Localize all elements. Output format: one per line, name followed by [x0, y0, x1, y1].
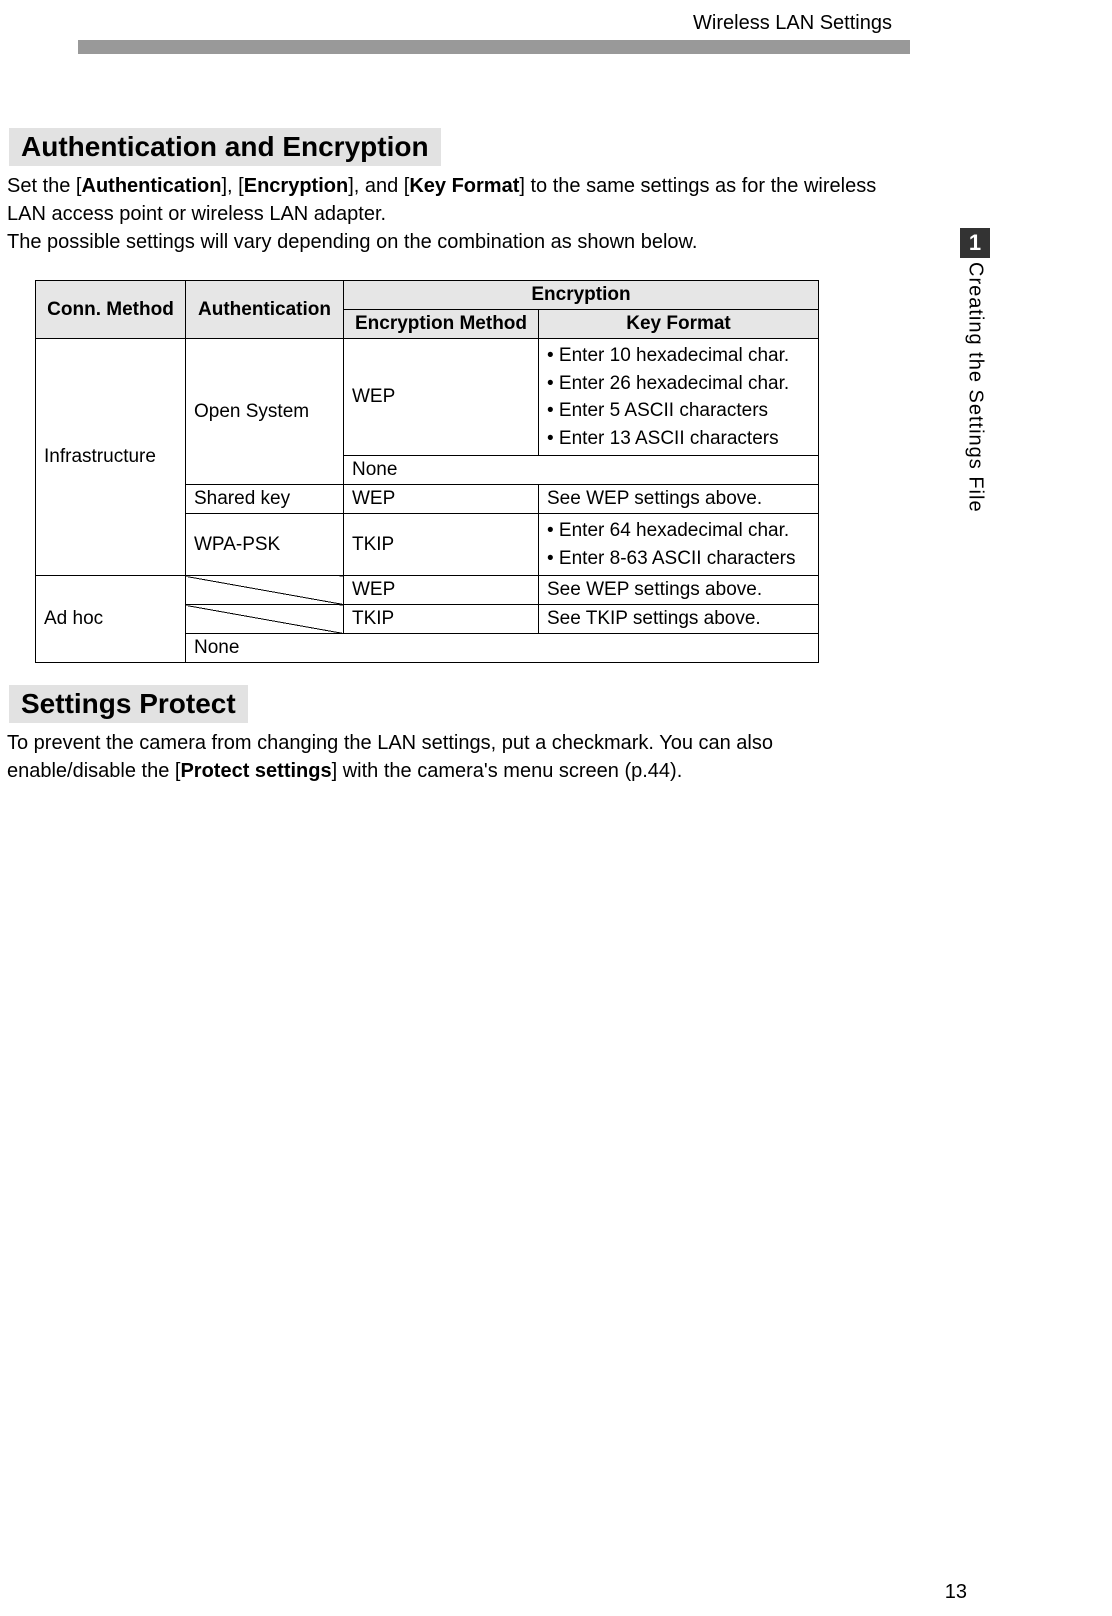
- cell-infrastructure: Infrastructure: [36, 339, 186, 576]
- section-heading-auth-encrypt: Authentication and Encryption: [9, 128, 441, 166]
- cell-shared-key: Shared key: [186, 485, 344, 514]
- table-row: Ad hoc WEP See WEP settings above.: [36, 576, 819, 605]
- cell-wep-keys: • Enter 10 hexadecimal char. • Enter 26 …: [539, 339, 819, 456]
- page-header-title: Wireless LAN Settings: [693, 12, 892, 35]
- cell-wep3: WEP: [344, 576, 539, 605]
- cell-adhoc: Ad hoc: [36, 576, 186, 663]
- cell-empty-diagonal: [186, 605, 344, 634]
- th-key-format: Key Format: [539, 310, 819, 339]
- cell-see-wep2: See WEP settings above.: [539, 576, 819, 605]
- th-authentication: Authentication: [186, 281, 344, 339]
- header-divider: [78, 40, 910, 54]
- cell-tkip: TKIP: [344, 514, 539, 576]
- cell-wep2: WEP: [344, 485, 539, 514]
- settings-protect-body: To prevent the camera from changing the …: [7, 729, 905, 785]
- auth-encrypt-intro: Set the [Authentication], [Encryption], …: [7, 172, 905, 256]
- cell-tkip2: TKIP: [344, 605, 539, 634]
- th-encryption: Encryption: [344, 281, 819, 310]
- th-conn-method: Conn. Method: [36, 281, 186, 339]
- encryption-settings-table: Conn. Method Authentication Encryption E…: [35, 280, 819, 663]
- cell-wpa-psk: WPA-PSK: [186, 514, 344, 576]
- cell-open-system: Open System: [186, 339, 344, 485]
- cell-empty-diagonal: [186, 576, 344, 605]
- chapter-tab: 1 Creating the Settings File: [960, 228, 990, 513]
- chapter-number: 1: [960, 228, 990, 258]
- cell-tkip-keys: • Enter 64 hexadecimal char. • Enter 8-6…: [539, 514, 819, 576]
- cell-see-tkip: See TKIP settings above.: [539, 605, 819, 634]
- page-content: Authentication and Encryption Set the [A…: [5, 128, 905, 785]
- th-encryption-method: Encryption Method: [344, 310, 539, 339]
- cell-wep: WEP: [344, 339, 539, 456]
- page-number: 13: [945, 1581, 967, 1604]
- cell-see-wep: See WEP settings above.: [539, 485, 819, 514]
- cell-none: None: [344, 456, 819, 485]
- table-row: Infrastructure Open System WEP • Enter 1…: [36, 339, 819, 456]
- chapter-label: Creating the Settings File: [964, 262, 987, 513]
- section-heading-settings-protect: Settings Protect: [9, 685, 248, 723]
- cell-none2: None: [186, 634, 819, 663]
